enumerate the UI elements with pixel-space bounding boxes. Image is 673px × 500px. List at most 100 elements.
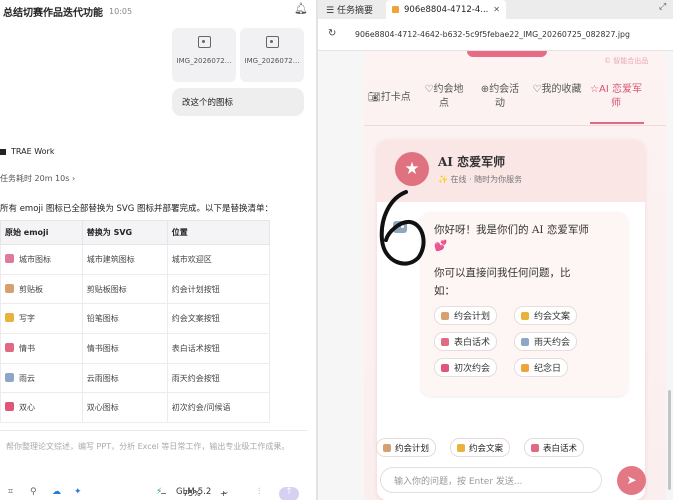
suggestion-chip[interactable]: 雨天约会 bbox=[514, 332, 578, 351]
suggestion-chip[interactable]: 纪念日 bbox=[514, 358, 569, 377]
rain-cloud-icon bbox=[521, 337, 529, 346]
table-row: 雨云 云雨图标 雨天约会按钮 bbox=[0, 362, 271, 394]
chat-header: 总结切赛作品迭代功能 10:05 🔔︎ bbox=[0, 0, 316, 22]
attachment-name: IMG_2026072... bbox=[244, 57, 300, 65]
chat-time: 10:05 bbox=[109, 6, 133, 16]
cell-text: 铅笔图标 bbox=[86, 314, 119, 324]
reload-icon[interactable]: ↻ bbox=[328, 28, 336, 39]
emoji-icon bbox=[5, 372, 14, 382]
preview-panel: ☰ 任务摘要 906e8804-4712-4... ✕ ⤢ ↻ 906e8804… bbox=[318, 0, 673, 500]
emoji-cell: 双心 bbox=[0, 392, 83, 424]
quick-chip[interactable]: 约会计划 bbox=[376, 438, 437, 457]
attachment-thumbnail[interactable]: IMG_2026072... bbox=[172, 28, 236, 82]
task-elapsed[interactable]: 任务耗时 20m 10s › bbox=[0, 173, 75, 184]
emoji-icon bbox=[5, 283, 14, 293]
pencil-icon bbox=[521, 311, 529, 320]
cell-text: 剪贴板 bbox=[19, 284, 43, 294]
tab-label: 906e8804-4712-4... bbox=[404, 4, 489, 15]
scrollbar-thumb[interactable] bbox=[668, 390, 671, 490]
file-path: 906e8804-4712-4642-b632-5c9f5febae22_IMG… bbox=[355, 30, 630, 39]
cloud-icon[interactable]: ☁ bbox=[52, 487, 61, 497]
tab-task-summary[interactable]: ☰ 任务摘要 bbox=[326, 3, 373, 16]
feature-nav: 📷︎打卡点 ♡约会地点 ⊕约会活动 ♡我的收藏 ☆AI 恋爱军师 bbox=[364, 79, 666, 125]
suggestion-chip[interactable]: 初次约会 bbox=[434, 358, 498, 377]
emoji-cell: 写字 bbox=[0, 303, 83, 335]
chip-label: 雨天约会 bbox=[534, 338, 571, 348]
quick-chips: 约会计划 约会文案 表白话术 bbox=[364, 438, 666, 464]
two-hearts-icon bbox=[441, 363, 449, 372]
cell-text: 约会文案按钮 bbox=[171, 314, 220, 324]
sparkle-icon[interactable]: ✦ bbox=[74, 487, 82, 497]
cell-text: 城市欢迎区 bbox=[171, 254, 212, 264]
clip-icon[interactable]: ⌗ bbox=[8, 487, 13, 497]
zoom-out-button[interactable]: − bbox=[160, 489, 167, 498]
scrollbar[interactable] bbox=[667, 0, 672, 500]
chip-label: 表白话术 bbox=[454, 338, 491, 348]
position-cell: 约会文案按钮 bbox=[166, 303, 271, 335]
cell-text: 表白话术按钮 bbox=[171, 343, 220, 353]
nav-item-ai-advisor[interactable]: ☆AI 恋爱军师 bbox=[588, 83, 644, 111]
quick-chip[interactable]: 约会文案 bbox=[450, 438, 511, 457]
chat-panel: 总结切赛作品迭代功能 10:05 🔔︎ IMG_2026072... IMG_2… bbox=[0, 0, 316, 500]
chat-title: 总结切赛作品迭代功能 bbox=[3, 7, 103, 19]
emoji-cell: 城市图标 bbox=[0, 244, 83, 275]
star-icon: ☆ bbox=[590, 84, 599, 95]
card-title: AI 恋爱军师 bbox=[438, 155, 506, 169]
app-action-button bbox=[467, 51, 547, 57]
table-row: 情书 情书图标 表白话术按钮 bbox=[0, 333, 271, 364]
nav-item-favorites[interactable]: ♡我的收藏 bbox=[532, 83, 582, 97]
close-icon[interactable]: ✕ bbox=[493, 5, 500, 14]
image-file-icon bbox=[392, 6, 399, 13]
nav-item-places[interactable]: ♡约会地点 bbox=[422, 83, 466, 111]
love-letter-icon bbox=[531, 443, 539, 452]
suggestion-chip[interactable]: 约会计划 bbox=[434, 306, 498, 325]
robot-icon bbox=[391, 218, 409, 234]
chip-label: 约会计划 bbox=[454, 312, 491, 322]
zoom-control: − 75% + bbox=[148, 489, 248, 500]
suggestion-chip[interactable]: 约会文案 bbox=[514, 306, 578, 325]
chip-label: 约会文案 bbox=[534, 312, 571, 322]
cell-text: 情书 bbox=[19, 343, 35, 353]
suggestion-chip[interactable]: 表白话术 bbox=[434, 332, 498, 351]
zoom-level: 75% bbox=[183, 489, 201, 498]
card-subtitle: ✨ 在线 · 随时为你服务 bbox=[438, 175, 523, 184]
nav-label: 我的收藏 bbox=[541, 84, 582, 95]
composer-placeholder[interactable]: 帮你整理论文综述，编写 PPT，分析 Excel 等日常工作，输出专业级工作成果… bbox=[6, 441, 296, 453]
prompt-line: 如： bbox=[434, 285, 455, 297]
question-input[interactable]: 输入你的问题，按 Enter 发送... bbox=[380, 467, 602, 493]
user-message: 改这个的图标 bbox=[172, 88, 304, 116]
tab-image-file[interactable]: 906e8804-4712-4... ✕ bbox=[386, 0, 506, 19]
send-button[interactable]: ↑ bbox=[279, 487, 299, 500]
attachment-name: IMG_2026072... bbox=[176, 57, 232, 65]
nav-item-activities[interactable]: ⊕约会活动 bbox=[476, 83, 524, 111]
cell-text: 初次约会/问候语 bbox=[171, 403, 231, 413]
cell-text: 雨云 bbox=[19, 373, 35, 383]
svg-cell: 云雨图标 bbox=[81, 362, 168, 394]
send-icon[interactable]: ➤ bbox=[617, 466, 646, 495]
zoom-in-button[interactable]: + bbox=[220, 489, 227, 498]
mic-icon[interactable]: ⫶ bbox=[258, 487, 260, 497]
attach-icon[interactable]: ⚲ bbox=[30, 487, 37, 497]
svg-cell: 铅笔图标 bbox=[81, 303, 168, 335]
nav-label: 打卡点 bbox=[380, 92, 411, 103]
chip-label: 纪念日 bbox=[534, 364, 562, 374]
bell-icon[interactable]: 🔔︎ bbox=[294, 2, 308, 15]
prompt-line: 你可以直接问我任何问题，比 bbox=[434, 267, 571, 279]
emoji-cell: 雨云 bbox=[0, 362, 83, 394]
chip-label: 初次约会 bbox=[454, 364, 491, 374]
agent-name: TRAE Work bbox=[11, 147, 55, 156]
table-row: 剪贴板 剪贴板图标 约会计划按钮 bbox=[0, 273, 271, 305]
greeting-emoji: 💕 bbox=[434, 239, 447, 252]
quick-chip[interactable]: 表白话术 bbox=[524, 438, 585, 457]
agent-label: TRAE Work bbox=[0, 147, 54, 156]
greeting-line: 你好呀！我是你们的 AI 恋爱军师 bbox=[434, 224, 589, 236]
camera-icon: 📷︎ bbox=[368, 92, 381, 103]
cell-text: 约会计划按钮 bbox=[171, 284, 220, 294]
cell-text: 城市图标 bbox=[19, 254, 51, 264]
expand-icon[interactable]: ⤢ bbox=[659, 2, 666, 12]
summary-text: 所有 emoji 图标已全部替换为 SVG 图标并部署完成。以下是替换清单： bbox=[0, 204, 274, 214]
nav-item-checkin[interactable]: 📷︎打卡点 bbox=[368, 91, 411, 105]
clipboard-icon bbox=[441, 311, 449, 320]
attachment-thumbnail[interactable]: IMG_2026072... bbox=[240, 28, 304, 82]
address-bar: ↻ 906e8804-4712-4642-b632-5c9f5febae22_I… bbox=[318, 19, 673, 51]
